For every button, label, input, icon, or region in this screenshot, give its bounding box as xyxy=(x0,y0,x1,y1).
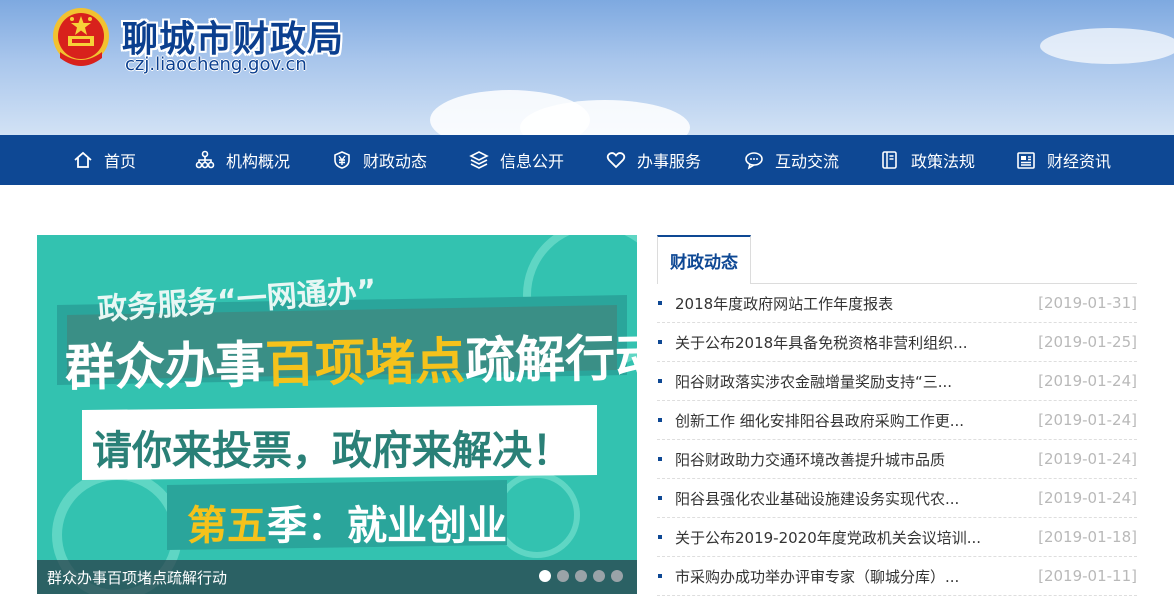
news-title[interactable]: 阳谷县强化农业基础设施建设务实现代农... xyxy=(675,488,1038,509)
org-chart-icon xyxy=(194,149,216,171)
yuan-shield-icon xyxy=(331,149,353,171)
bullet-icon xyxy=(658,457,662,461)
nav-item-label: 信息公开 xyxy=(500,152,565,171)
tab-finance-news[interactable]: 财政动态 xyxy=(657,235,751,284)
home-icon xyxy=(72,149,94,171)
site-header: 聊城市财政局 czj.liaocheng.gov.cn xyxy=(0,0,1174,135)
nav-item-interaction[interactable]: 互动交流 xyxy=(743,135,879,185)
bullet-icon xyxy=(658,418,662,422)
slide-banner-line3: 请你来投票，政府来解决！ xyxy=(92,428,572,474)
slide-banner-line2-part2: 百项堵点 xyxy=(264,332,466,394)
nav-item-finance-news[interactable]: 财政动态 xyxy=(331,135,468,185)
nav-item-label: 机构概况 xyxy=(226,152,291,171)
news-title[interactable]: 阳谷财政助力交通环境改善提升城市品质 xyxy=(675,449,1038,470)
news-title[interactable]: 阳谷财政落实涉农金融增量奖励支持“三... xyxy=(675,371,1038,392)
nav-item-services[interactable]: 办事服务 xyxy=(605,135,743,185)
bullet-icon xyxy=(658,340,662,344)
news-item[interactable]: 创新工作 细化安排阳谷县政府采购工作更... [2019-01-24] xyxy=(657,401,1137,440)
bullet-icon xyxy=(658,379,662,383)
news-title[interactable]: 市采购办成功举办评审专家（聊城分库）... xyxy=(675,566,1038,587)
news-date: [2019-01-24] xyxy=(1038,489,1137,507)
news-title[interactable]: 2018年度政府网站工作年度报表 xyxy=(675,293,1038,314)
news-date: [2019-01-31] xyxy=(1038,294,1137,312)
slider-pagination xyxy=(539,570,623,582)
news-title[interactable]: 关于公布2018年具备免税资格非营利组织... xyxy=(675,332,1038,353)
main-nav: 首页 机构概况 财政动态 信息公开 办事服务 互动交流 政策法规 财经资讯 xyxy=(0,135,1174,185)
newspaper-icon xyxy=(1015,149,1037,171)
news-date: [2019-01-11] xyxy=(1038,567,1137,585)
slide-banner-line4-part3: 季：就业创业 xyxy=(267,503,507,549)
layers-icon xyxy=(468,149,490,171)
nav-item-label: 互动交流 xyxy=(775,152,840,171)
nav-item-economic-news[interactable]: 财经资讯 xyxy=(1015,135,1145,185)
slide-caption[interactable]: 群众办事百项堵点疏解行动 xyxy=(47,567,227,588)
news-date: [2019-01-24] xyxy=(1038,450,1137,468)
news-tabbar: 财政动态 xyxy=(657,235,1137,284)
slide-banner-line2-part1: 群众办事 xyxy=(64,335,266,398)
national-emblem-icon[interactable] xyxy=(50,6,112,72)
slider-dot-3[interactable] xyxy=(575,570,587,582)
slide-banner-line4-part2: 五 xyxy=(227,503,267,549)
news-title[interactable]: 创新工作 细化安排阳谷县政府采购工作更... xyxy=(675,410,1038,431)
nav-item-organization[interactable]: 机构概况 xyxy=(194,135,331,185)
slide-banner-line4: 第五季：就业创业 xyxy=(187,493,507,551)
slider-dot-2[interactable] xyxy=(557,570,569,582)
news-item[interactable]: 市采购办成功举办评审专家（聊城分库）... [2019-01-11] xyxy=(657,557,1137,596)
news-title[interactable]: 关于公布2019-2020年度党政机关会议培训... xyxy=(675,527,1038,548)
chat-icon xyxy=(743,149,765,171)
image-slider[interactable]: 政务服务“一网通办” 群众办事百项堵点疏解行动 请你来投票，政府来解决！ 第五季… xyxy=(37,235,637,594)
news-item[interactable]: 阳谷县强化农业基础设施建设务实现代农... [2019-01-24] xyxy=(657,479,1137,518)
news-item[interactable]: 关于公布2019-2020年度党政机关会议培训... [2019-01-18] xyxy=(657,518,1137,557)
book-icon xyxy=(879,149,901,171)
news-date: [2019-01-25] xyxy=(1038,333,1137,351)
bullet-icon xyxy=(658,496,662,500)
nav-item-label: 办事服务 xyxy=(637,152,702,171)
news-panel: 财政动态 2018年度政府网站工作年度报表 [2019-01-31] 关于公布2… xyxy=(657,235,1137,596)
slide-caption-bar: 群众办事百项堵点疏解行动 xyxy=(37,560,637,594)
news-date: [2019-01-24] xyxy=(1038,411,1137,429)
bullet-icon xyxy=(658,574,662,578)
nav-item-label: 首页 xyxy=(104,152,137,171)
news-item[interactable]: 2018年度政府网站工作年度报表 [2019-01-31] xyxy=(657,284,1137,323)
slide-banner-line2: 群众办事百项堵点疏解行动 xyxy=(64,318,637,400)
slide-banner-line2-part3: 疏解行动 xyxy=(464,328,637,391)
news-item[interactable]: 关于公布2018年具备免税资格非营利组织... [2019-01-25] xyxy=(657,323,1137,362)
news-list: 2018年度政府网站工作年度报表 [2019-01-31] 关于公布2018年具… xyxy=(657,284,1137,596)
news-date: [2019-01-24] xyxy=(1038,372,1137,390)
nav-item-policy[interactable]: 政策法规 xyxy=(879,135,1015,185)
slider-dot-4[interactable] xyxy=(593,570,605,582)
heart-icon xyxy=(605,149,627,171)
nav-item-label: 财经资讯 xyxy=(1047,152,1112,171)
news-item[interactable]: 阳谷财政助力交通环境改善提升城市品质 [2019-01-24] xyxy=(657,440,1137,479)
site-domain: czj.liaocheng.gov.cn xyxy=(125,54,307,75)
slide-banner-line4-part1: 第 xyxy=(187,503,227,549)
nav-item-info-disclosure[interactable]: 信息公开 xyxy=(468,135,605,185)
bullet-icon xyxy=(658,301,662,305)
slider-dot-1[interactable] xyxy=(539,570,551,582)
news-item[interactable]: 阳谷财政落实涉农金融增量奖励支持“三... [2019-01-24] xyxy=(657,362,1137,401)
bullet-icon xyxy=(658,535,662,539)
cloud-decoration xyxy=(1040,28,1174,64)
nav-item-home[interactable]: 首页 xyxy=(72,135,194,185)
nav-item-label: 政策法规 xyxy=(911,152,976,171)
nav-item-label: 财政动态 xyxy=(363,152,428,171)
news-date: [2019-01-18] xyxy=(1038,528,1137,546)
slider-dot-5[interactable] xyxy=(611,570,623,582)
